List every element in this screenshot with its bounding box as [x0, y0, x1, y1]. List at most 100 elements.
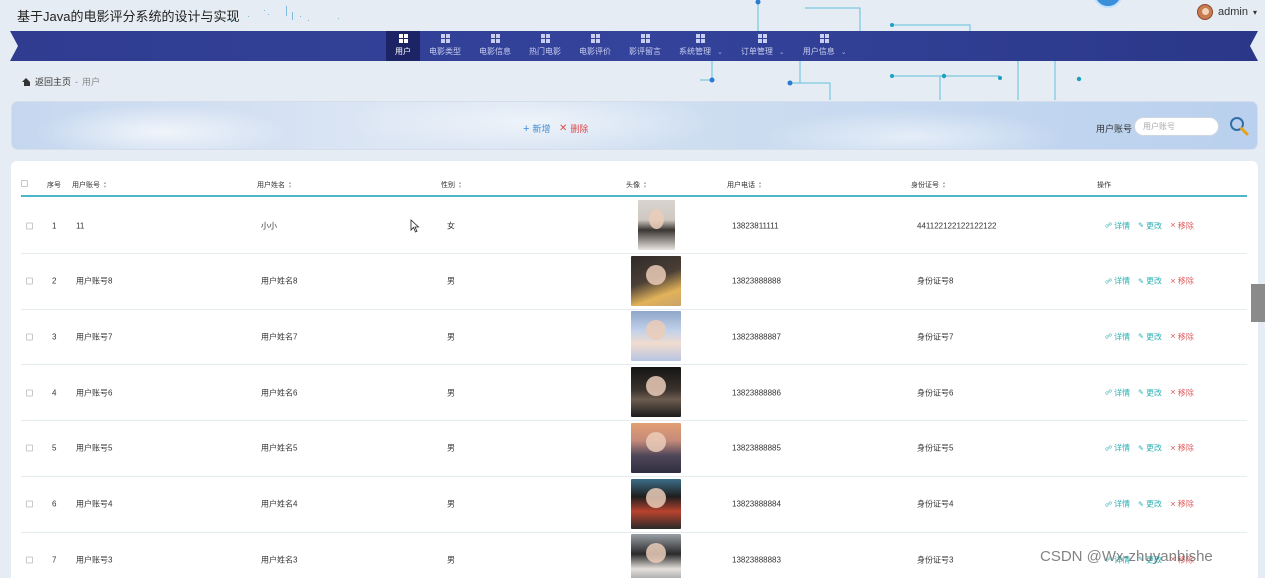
- cell-idcard: 身份证号8: [917, 276, 954, 286]
- remove-button[interactable]: ✕ 移除: [1170, 443, 1194, 454]
- nav-item-4[interactable]: 电影评价: [570, 31, 620, 61]
- table-row[interactable]: 3 用户账号7 用户姓名7 男 13823888887 身份证号7 ☍ 详情 ✎ 更改 ✕ 移除: [21, 309, 1247, 366]
- cell-index: 6: [52, 499, 57, 509]
- remove-button[interactable]: ✕ 移除: [1170, 387, 1194, 398]
- detail-label: 详情: [1114, 332, 1131, 342]
- search-icon[interactable]: [1228, 115, 1250, 137]
- table-row[interactable]: 1 11 小小女 13823811111 441122122122122122 ☍ 详情 ✎ 更…: [21, 198, 1247, 254]
- detail-button[interactable]: ☍ 详情: [1105, 443, 1130, 454]
- nav-item-0[interactable]: 用户: [386, 31, 420, 61]
- detail-button[interactable]: ☍ 详情: [1105, 387, 1130, 398]
- remove-icon: ✕: [1169, 278, 1176, 286]
- cell-phone: 13823811111: [732, 221, 779, 230]
- scrollbar-thumb[interactable]: [1251, 284, 1265, 322]
- nav-icon: [440, 34, 450, 43]
- table-row[interactable]: 6 用户账号4 用户姓名4 男 13823888884 身份证号4 ☍ 详情 ✎ 更改 ✕ 移除: [21, 477, 1247, 533]
- nav-icon: [640, 34, 650, 43]
- chevron-down-icon: ⌄: [840, 48, 847, 56]
- header-phone[interactable]: 用户电话 ▲ ▼: [727, 180, 762, 190]
- avatar-photo: [631, 422, 681, 473]
- search-input[interactable]: [1134, 117, 1219, 136]
- remove-button[interactable]: ✕ 移除: [1170, 276, 1194, 287]
- row-checkbox[interactable]: [26, 389, 33, 397]
- avatar: [1197, 4, 1214, 20]
- detail-button[interactable]: ☍ 详情: [1105, 220, 1130, 231]
- main-nav: 用户 电影类型 电影信息 热门电影 电影评价 影评留言 系统管理 ⌄ 订单管理 ⌄ 用户信息 ⌄: [386, 31, 856, 61]
- home-icon: [22, 77, 31, 86]
- table-row[interactable]: 5 用户账号5 用户姓名5 男 13823888885 身份证号5 ☍ 详情 ✎ 更改 ✕ 移除: [21, 421, 1247, 477]
- table-row[interactable]: 4 用户账号6 用户姓名6 男 13823888886 身份证号6 ☍ 详情 ✎ 更改 ✕ 移除: [21, 365, 1247, 422]
- cell-name: 用户姓名8: [261, 276, 298, 286]
- table-header: 序号 用户账号 ▲ ▼ 用户姓名 ▲ ▼ 性别 ▲ ▼ 头像 ▲ ▼ 用户电话 ▲ ▼ 身份证号 ▲ ▼…: [21, 176, 1247, 197]
- row-checkbox[interactable]: [26, 333, 33, 341]
- nav-icon: [696, 34, 706, 43]
- row-checkbox[interactable]: [26, 500, 33, 508]
- nav-icon: [758, 34, 768, 43]
- row-checkbox[interactable]: [26, 222, 33, 229]
- detail-button[interactable]: ☍ 详情: [1105, 331, 1130, 342]
- nav-item-8[interactable]: 用户信息 ⌄: [794, 31, 856, 61]
- edit-icon: ✎: [1138, 389, 1144, 397]
- detail-label: 详情: [1114, 388, 1131, 398]
- remove-button[interactable]: ✕ 移除: [1170, 220, 1194, 231]
- nav-item-label: 影评留言: [629, 47, 661, 56]
- edit-button[interactable]: ✎ 更改: [1138, 331, 1162, 342]
- cell-account: 用户账号5: [76, 443, 113, 453]
- cell-phone: 13823888887: [732, 332, 781, 342]
- breadcrumb-home-link[interactable]: 返回主页: [35, 75, 71, 88]
- cell-index: 7: [52, 555, 57, 565]
- cell-name: 用户姓名5: [261, 443, 298, 453]
- edit-button[interactable]: ✎ 更改: [1138, 276, 1162, 287]
- header-idcard[interactable]: 身份证号 ▲ ▼: [911, 180, 946, 190]
- user-menu[interactable]: admin ▾: [1197, 4, 1257, 20]
- sort-icon: ▲ ▼: [758, 180, 762, 189]
- cell-index: 1: [52, 221, 57, 230]
- edit-icon: ✎: [1138, 445, 1144, 453]
- select-all-checkbox[interactable]: [21, 180, 28, 187]
- nav-item-1[interactable]: 电影类型: [420, 31, 470, 61]
- edit-icon: ✎: [1138, 333, 1144, 341]
- remove-icon: ✕: [1169, 445, 1176, 453]
- breadcrumb-separator: -: [75, 76, 79, 87]
- detail-icon: ☍: [1105, 333, 1113, 341]
- close-icon: ✕: [559, 123, 568, 134]
- header-gender[interactable]: 性别 ▲ ▼: [441, 180, 462, 190]
- cell-account: 用户账号3: [76, 555, 113, 565]
- avatar-photo: [638, 200, 675, 250]
- remove-button[interactable]: ✕ 移除: [1170, 499, 1194, 510]
- edit-button[interactable]: ✎ 更改: [1138, 387, 1162, 398]
- edit-button[interactable]: ✎ 更改: [1138, 499, 1162, 510]
- nav-item-6[interactable]: 系统管理 ⌄: [670, 31, 732, 61]
- row-checkbox[interactable]: [26, 277, 33, 285]
- cell-phone: 13823888885: [732, 443, 781, 453]
- header-avatar[interactable]: 头像 ▲ ▼: [626, 180, 647, 190]
- row-checkbox[interactable]: [26, 444, 33, 452]
- nav-item-2[interactable]: 电影信息: [470, 31, 520, 61]
- table-panel: 序号 用户账号 ▲ ▼ 用户姓名 ▲ ▼ 性别 ▲ ▼ 头像 ▲ ▼ 用户电话 ▲ ▼ 身份证号 ▲ ▼…: [11, 161, 1258, 578]
- detail-button[interactable]: ☍ 详情: [1105, 276, 1130, 287]
- header-name[interactable]: 用户姓名 ▲ ▼: [257, 180, 292, 190]
- row-actions: ☍ 详情 ✎ 更改 ✕ 移除: [1105, 220, 1194, 231]
- remove-button[interactable]: ✕ 移除: [1170, 331, 1194, 342]
- edit-button[interactable]: ✎ 更改: [1138, 220, 1162, 231]
- header-account[interactable]: 用户账号 ▲ ▼: [72, 180, 107, 190]
- cell-name: 小小: [261, 221, 277, 230]
- table-row[interactable]: 2 用户账号8 用户姓名8 男 13823888888 身份证号8 ☍ 详情 ✎ 更改 ✕ 移除: [21, 254, 1247, 310]
- chevron-down-icon: ⌄: [717, 48, 723, 56]
- edit-label: 更改: [1145, 443, 1162, 453]
- edit-label: 更改: [1145, 332, 1162, 342]
- edit-button[interactable]: ✎ 更改: [1138, 443, 1162, 454]
- cell-idcard: 身份证号5: [917, 443, 954, 453]
- row-checkbox[interactable]: [26, 556, 33, 564]
- cell-idcard: 身份证号4: [917, 499, 954, 509]
- delete-button[interactable]: ✕ 删除: [559, 122, 588, 135]
- nav-item-7[interactable]: 订单管理 ⌄: [732, 31, 794, 61]
- toolbar-panel: + 新增 ✕ 删除 用户账号: [11, 101, 1258, 150]
- add-button[interactable]: + 新增: [523, 122, 550, 135]
- detail-button[interactable]: ☍ 详情: [1105, 499, 1130, 510]
- nav-item-5[interactable]: 影评留言: [620, 31, 670, 61]
- remove-label: 移除: [1177, 499, 1194, 509]
- nav-item-3[interactable]: 热门电影: [520, 31, 570, 61]
- detail-label: 详情: [1114, 276, 1131, 286]
- avatar-photo: [631, 367, 681, 418]
